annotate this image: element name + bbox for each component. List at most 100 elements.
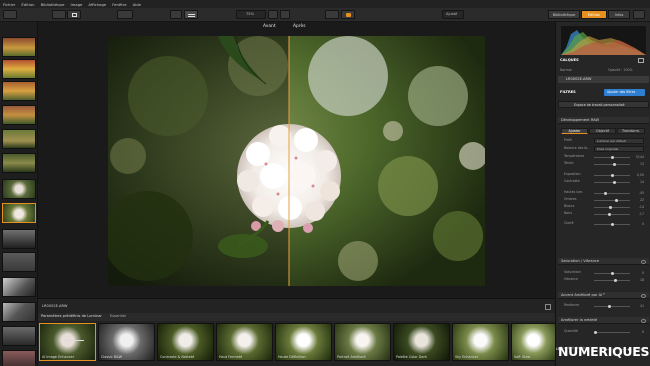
slider-handle[interactable]: [611, 272, 614, 275]
compare-button[interactable]: [184, 10, 198, 19]
preset-tile[interactable]: Sky Enhancer: [452, 323, 509, 361]
menu-view[interactable]: Affichage: [88, 2, 106, 7]
slider-handle[interactable]: [607, 305, 611, 308]
thumbnail[interactable]: [2, 302, 36, 322]
thumbnail[interactable]: [2, 105, 36, 125]
zoom-in-button[interactable]: [280, 10, 290, 19]
presets-category-dropdown[interactable]: Essentiel: [110, 314, 126, 319]
white-balance-dropdown[interactable]: Prise originale: [594, 146, 644, 152]
mode-library-button[interactable]: Bibliothèque: [548, 10, 580, 19]
mode-info-button[interactable]: Infos: [608, 10, 630, 19]
slider-track[interactable]: [594, 174, 630, 177]
slider-label: Température: [564, 154, 585, 158]
workspace-dropdown[interactable]: Espace de travail personnalisé: [558, 101, 649, 108]
slider-handle[interactable]: [603, 192, 607, 195]
detail-header[interactable]: Améliorer la netteté: [558, 317, 649, 324]
menu-window[interactable]: Fenêtre: [112, 2, 126, 7]
slider-track[interactable]: [594, 213, 630, 216]
zoom-out-button[interactable]: [268, 10, 278, 19]
photo-preview[interactable]: [108, 36, 485, 286]
sidebar-toggle-button[interactable]: [170, 10, 182, 19]
slider-handle[interactable]: [614, 199, 618, 202]
preset-label: Palette Color Dark: [396, 355, 427, 359]
thumbnail[interactable]: [2, 153, 36, 173]
slider-track[interactable]: [594, 163, 630, 166]
grid-view-button[interactable]: [52, 10, 66, 19]
sort-dropdown[interactable]: [117, 10, 133, 19]
slider-handle[interactable]: [614, 279, 618, 282]
preset-tile[interactable]: Palette Color Dark: [393, 323, 450, 361]
thumbnail[interactable]: [2, 129, 36, 149]
undo-button[interactable]: [325, 10, 339, 19]
tab-transform[interactable]: Transform.: [617, 128, 645, 134]
fit-dropdown[interactable]: Ajusté: [442, 10, 464, 19]
slider-handle[interactable]: [612, 163, 616, 166]
add-layer-icon[interactable]: [638, 58, 644, 63]
saturation-header[interactable]: Saturation / Vibrance: [558, 258, 649, 265]
slider-handle[interactable]: [608, 213, 612, 216]
thumbnail[interactable]: [2, 37, 36, 57]
slider-track[interactable]: [594, 181, 630, 184]
single-view-icon: [72, 13, 77, 17]
slider-handle[interactable]: [613, 181, 617, 184]
eye-icon[interactable]: [641, 318, 646, 323]
profile-dropdown[interactable]: Luminar par défaut: [594, 138, 644, 144]
menu-edit[interactable]: Édition: [21, 2, 34, 7]
eye-icon[interactable]: [641, 259, 646, 264]
thumbnail[interactable]: [2, 326, 36, 346]
slider-track[interactable]: [594, 156, 630, 159]
thumbnail[interactable]: [2, 229, 36, 249]
menu-file[interactable]: Fichier: [3, 2, 15, 7]
preset-tile[interactable]: Contraste & Netteté: [157, 323, 214, 361]
preset-tile[interactable]: Haut Fermeté: [216, 323, 273, 361]
thumbnail[interactable]: [2, 179, 36, 199]
mode-edit-button[interactable]: Édition: [581, 10, 607, 19]
slider-track[interactable]: [594, 272, 630, 275]
preset-tile[interactable]: Soft Glow: [511, 323, 556, 361]
slider-track[interactable]: [594, 206, 630, 209]
trash-icon[interactable]: [545, 304, 551, 310]
thumbnail[interactable]: [2, 252, 36, 272]
preset-tile-selected[interactable]: AI Image Enhancer: [39, 323, 96, 361]
menu-help[interactable]: Aide: [133, 2, 141, 7]
export-button[interactable]: [341, 10, 355, 19]
tab-lens[interactable]: Objectif: [589, 128, 616, 134]
preset-amount-slider[interactable]: [64, 340, 84, 341]
thumbnail-selected[interactable]: [2, 203, 36, 223]
raw-develop-header[interactable]: Développement RAW: [558, 117, 649, 124]
slider-handle[interactable]: [611, 223, 614, 226]
slider-track[interactable]: [594, 279, 630, 282]
slider-handle[interactable]: [608, 206, 612, 209]
preset-tile[interactable]: Portrait Amélioré: [334, 323, 391, 361]
thumbnail[interactable]: [2, 81, 36, 101]
tab-adjust[interactable]: Ajuster: [561, 128, 588, 134]
slider-track[interactable]: [594, 192, 630, 195]
slider-handle[interactable]: [594, 331, 597, 334]
thumbnail[interactable]: [2, 277, 36, 297]
zoom-dropdown[interactable]: 75%: [236, 10, 266, 19]
add-images-button[interactable]: [3, 10, 17, 19]
single-view-button[interactable]: [67, 10, 81, 19]
eye-icon[interactable]: [641, 293, 646, 298]
menu-image[interactable]: Image: [70, 2, 82, 7]
blend-mode-dropdown[interactable]: Normal: [560, 68, 572, 72]
more-button[interactable]: [633, 10, 645, 19]
thumbnail[interactable]: [2, 59, 36, 79]
accent-ai-header[interactable]: Accent Amélioré par AI™: [558, 292, 649, 299]
layer-opacity[interactable]: Opacité : 100%: [608, 68, 633, 72]
after-label: Après: [293, 24, 306, 29]
slider-handle[interactable]: [611, 156, 614, 159]
preset-tile[interactable]: Haute Définition: [275, 323, 332, 361]
slider-track[interactable]: [594, 223, 630, 226]
image-canvas[interactable]: Avant Après: [38, 22, 554, 298]
add-filters-button[interactable]: Ajouter des filtres: [604, 89, 645, 96]
preset-tile[interactable]: Classic B&W: [98, 323, 155, 361]
slider-handle[interactable]: [611, 174, 614, 177]
slider-track[interactable]: [594, 331, 630, 334]
slider-track[interactable]: [594, 305, 630, 308]
layer-row[interactable]: LR0002E.ARW: [558, 76, 649, 83]
thumbnail[interactable]: [2, 350, 36, 366]
slider-row: Contraste 14: [564, 179, 644, 185]
menu-library[interactable]: Bibliothèque: [41, 2, 65, 7]
slider-track[interactable]: [594, 199, 630, 202]
